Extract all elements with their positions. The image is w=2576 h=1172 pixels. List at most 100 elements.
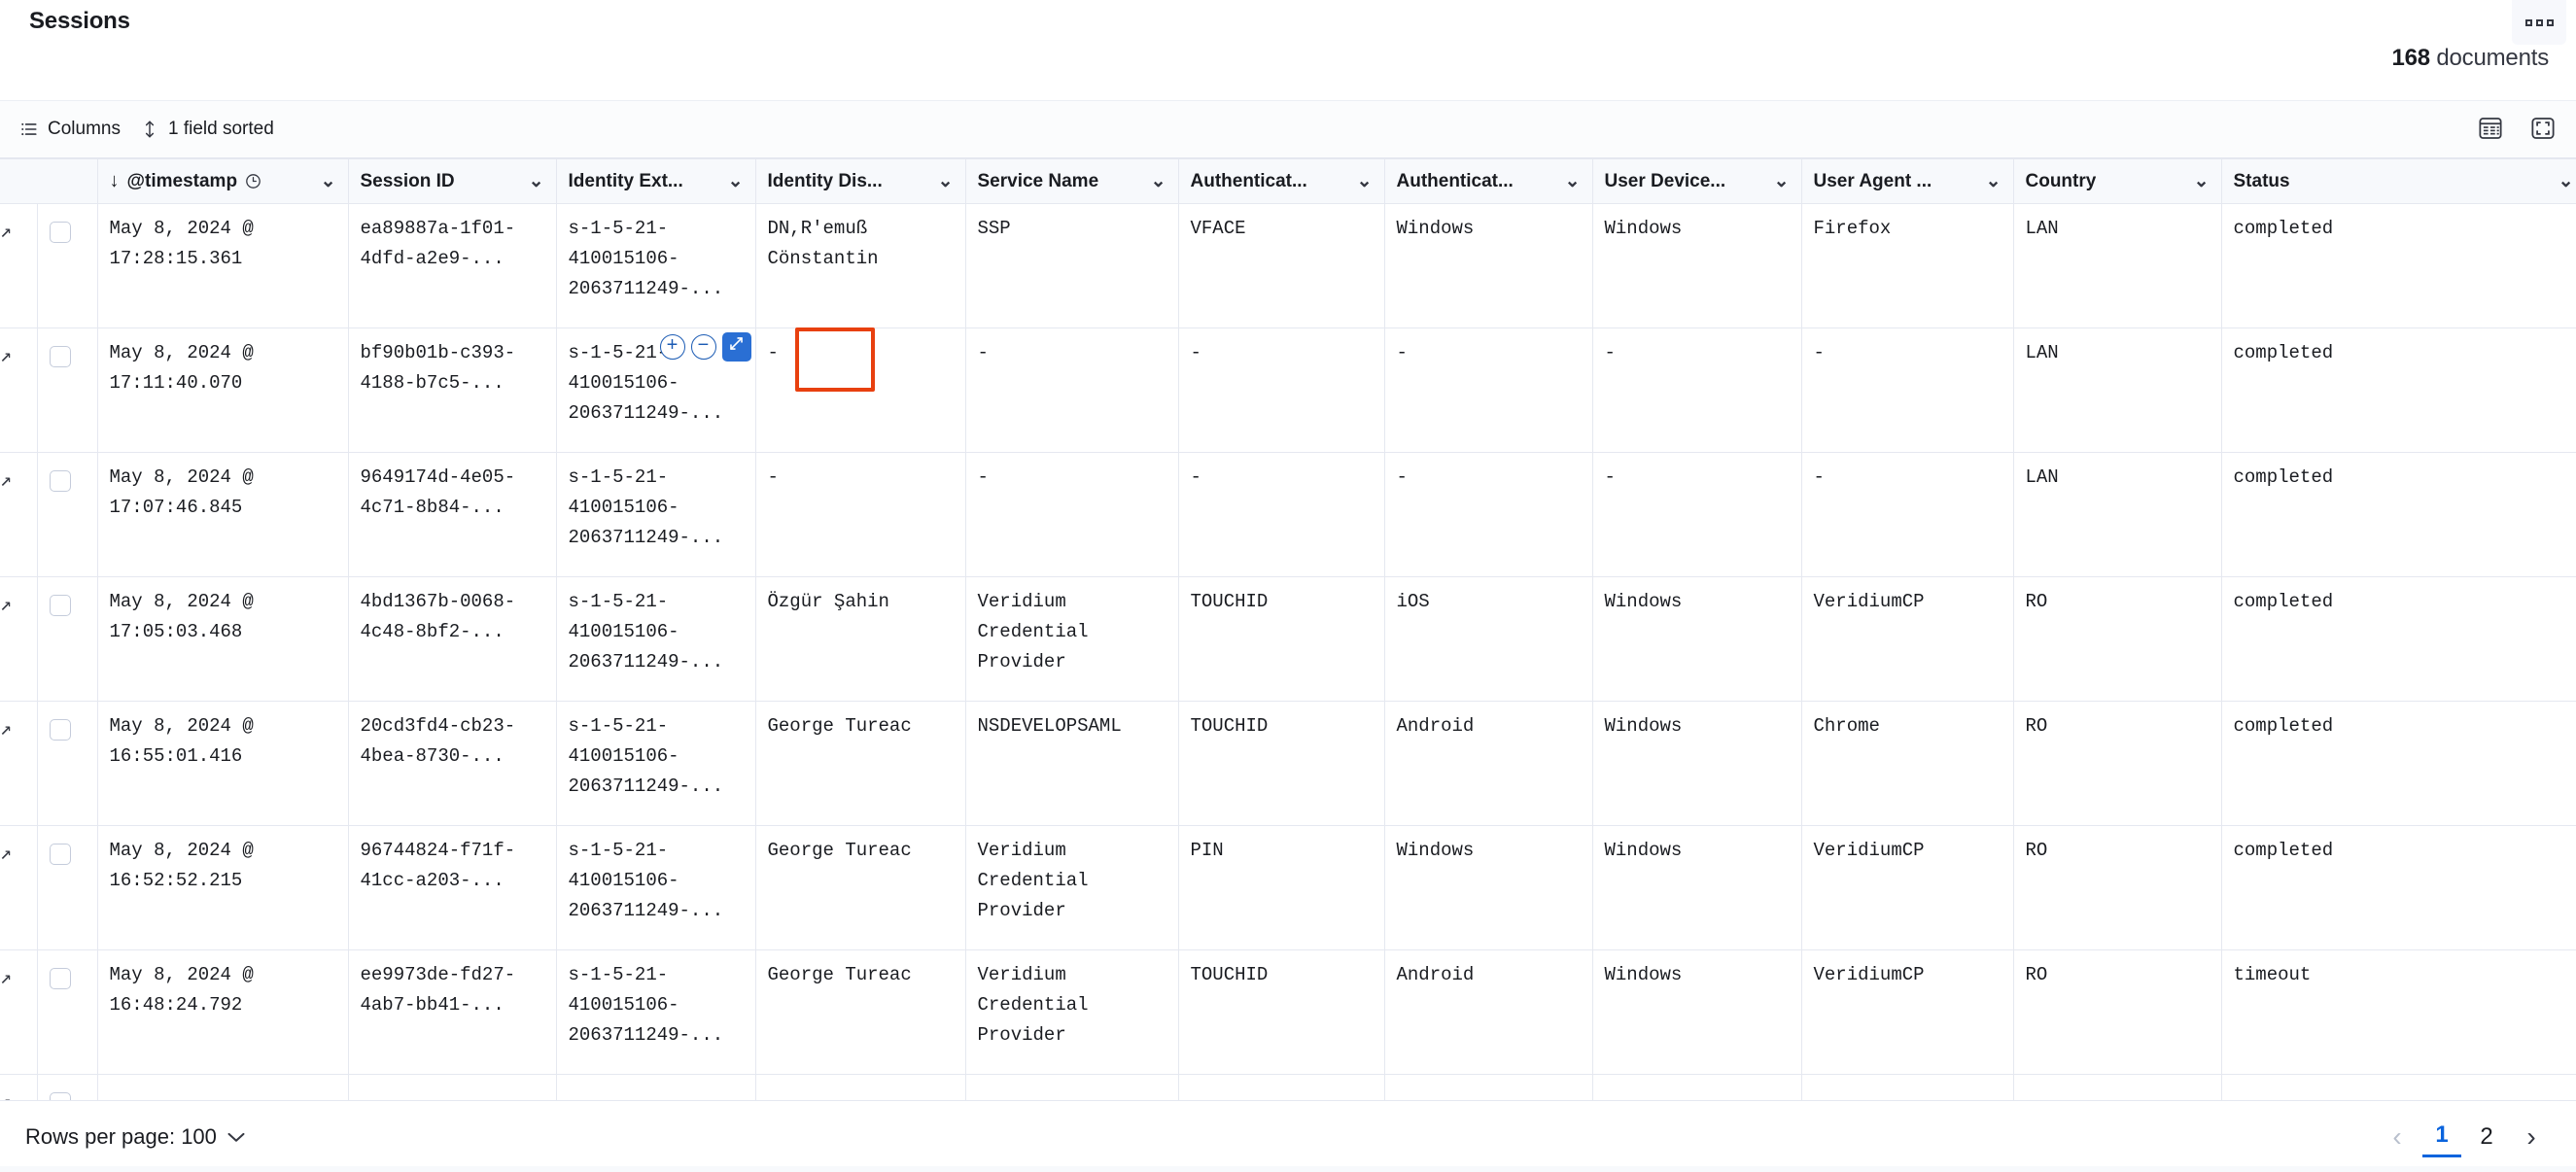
cell-session-id[interactable] [348, 1075, 556, 1101]
cell-timestamp[interactable]: May 8, 2024 @ 17:11:40.070 [97, 328, 348, 453]
cell-authentication-1[interactable]: TOUCHID [1178, 577, 1384, 702]
cell-identity-dis[interactable]: DN,R'emuß Cönstantin [755, 204, 965, 328]
expand-row-icon[interactable]: ↗ [0, 597, 12, 616]
table-row[interactable]: ↗ May 8, 2024 @ 16:52:52.215 96744824-f7… [0, 826, 2576, 950]
cell-identity-ext[interactable]: s-1-5-21-410015106-2063711249-... [556, 453, 755, 577]
sort-fields-button[interactable]: 1 field sorted [130, 115, 284, 144]
cell-user-agent[interactable] [1801, 1075, 2013, 1101]
cell-service-name[interactable]: Veridium Credential Provider [965, 950, 1178, 1075]
row-checkbox[interactable] [50, 968, 71, 989]
column-header-user-device[interactable]: User Device... ⌄ [1592, 159, 1801, 204]
expand-row-icon[interactable]: ↗ [0, 472, 12, 492]
cell-session-id[interactable]: 96744824-f71f-41cc-a203-... [348, 826, 556, 950]
row-expand-cell[interactable]: ↗ [0, 204, 37, 328]
cell-identity-dis[interactable]: George Tureac [755, 702, 965, 826]
cell-identity-ext[interactable]: s-1-5-21-410015106-2063711249-... [556, 950, 755, 1075]
row-expand-cell[interactable]: ↗ [0, 826, 37, 950]
chevron-down-icon[interactable]: ⌄ [1145, 170, 1166, 192]
table-row[interactable]: ↗ May 8, 2024 @ 17:07:46.845 9649174d-4e… [0, 453, 2576, 577]
row-expand-cell[interactable]: ↗ [0, 1075, 37, 1101]
cell-user-agent[interactable]: Firefox [1801, 204, 2013, 328]
row-select-cell[interactable] [37, 328, 97, 453]
cell-session-id[interactable]: 4bd1367b-0068-4c48-8bf2-... [348, 577, 556, 702]
cell-user-agent[interactable]: - [1801, 328, 2013, 453]
cell-identity-dis[interactable]: George Tureac [755, 950, 965, 1075]
table-row[interactable]: ↗ May 8, 2024 @ 17:05:03.468 4bd1367b-00… [0, 577, 2576, 702]
cell-authentication-1[interactable]: TOUCHID [1178, 702, 1384, 826]
row-checkbox[interactable] [50, 470, 71, 492]
column-header-identity-ext[interactable]: Identity Ext... ⌄ [556, 159, 755, 204]
cell-authentication-2[interactable]: - [1384, 453, 1592, 577]
cell-authentication-1[interactable]: TOUCHID [1178, 950, 1384, 1075]
cell-user-agent[interactable]: Chrome [1801, 702, 2013, 826]
row-checkbox[interactable] [50, 346, 71, 367]
row-expand-cell[interactable]: ↗ [0, 950, 37, 1075]
cell-user-device[interactable]: Windows [1592, 702, 1801, 826]
cell-timestamp[interactable]: May 8, 2024 @ 17:28:15.361 [97, 204, 348, 328]
cell-timestamp[interactable]: May 8, 2024 @ 17:05:03.468 [97, 577, 348, 702]
column-header-authentication-2[interactable]: Authenticat... ⌄ [1384, 159, 1592, 204]
chevron-down-icon[interactable]: ⌄ [1351, 170, 1373, 192]
cell-authentication-1[interactable] [1178, 1075, 1384, 1101]
filter-out-value-button[interactable]: − [691, 334, 716, 360]
cell-identity-dis[interactable]: - [755, 328, 965, 453]
cell-country[interactable]: RO [2013, 826, 2221, 950]
cell-country[interactable]: LAN [2013, 328, 2221, 453]
cell-status[interactable]: completed [2221, 702, 2576, 826]
cell-service-name[interactable]: NSDEVELOPSAML [965, 702, 1178, 826]
cell-service-name[interactable]: Veridium Credential Provider [965, 577, 1178, 702]
row-checkbox[interactable] [50, 844, 71, 865]
cell-user-agent[interactable]: VeridiumCP [1801, 577, 2013, 702]
column-header-user-agent[interactable]: User Agent ... ⌄ [1801, 159, 2013, 204]
cell-authentication-1[interactable]: VFACE [1178, 204, 1384, 328]
row-select-cell[interactable] [37, 702, 97, 826]
fullscreen-button[interactable] [2524, 110, 2562, 149]
cell-identity-ext[interactable] [556, 1075, 755, 1101]
table-row[interactable]: ↗ May 8, 2024 @ 16:48:24.792 ee9973de-fd… [0, 950, 2576, 1075]
cell-authentication-2[interactable]: Windows [1384, 204, 1592, 328]
cell-user-device[interactable]: Windows [1592, 204, 1801, 328]
cell-status[interactable]: completed [2221, 204, 2576, 328]
cell-timestamp[interactable] [97, 1075, 348, 1101]
column-header-authentication-1[interactable]: Authenticat... ⌄ [1178, 159, 1384, 204]
cell-country[interactable]: LAN [2013, 453, 2221, 577]
cell-identity-ext[interactable]: s-1-5-21-410015106-2063711249-... [556, 577, 755, 702]
cell-status[interactable]: completed [2221, 577, 2576, 702]
column-header-session-id[interactable]: Session ID ⌄ [348, 159, 556, 204]
column-header-service-name[interactable]: Service Name ⌄ [965, 159, 1178, 204]
cell-user-device[interactable]: Windows [1592, 577, 1801, 702]
cell-timestamp[interactable]: May 8, 2024 @ 17:07:46.845 [97, 453, 348, 577]
table-row-clipped[interactable]: ↗ [0, 1075, 2576, 1101]
cell-status[interactable] [2221, 1075, 2576, 1101]
cell-identity-dis[interactable]: - [755, 453, 965, 577]
row-checkbox[interactable] [50, 595, 71, 616]
previous-page-button[interactable]: ‹ [2378, 1117, 2417, 1157]
cell-authentication-1[interactable]: PIN [1178, 826, 1384, 950]
table-density-button[interactable] [2471, 110, 2510, 149]
more-options-button[interactable] [2512, 0, 2566, 45]
chevron-down-icon[interactable]: ⌄ [932, 170, 954, 192]
cell-user-agent[interactable]: VeridiumCP [1801, 950, 2013, 1075]
chevron-down-icon[interactable]: ⌄ [315, 170, 336, 192]
cell-user-device[interactable]: Windows [1592, 826, 1801, 950]
column-header-timestamp[interactable]: ↓ @timestamp ⌄ [97, 159, 348, 204]
cell-identity-ext[interactable]: s-1-5-21-410015106-2063711249-... [556, 204, 755, 328]
table-row[interactable]: ↗ May 8, 2024 @ 16:55:01.416 20cd3fd4-cb… [0, 702, 2576, 826]
cell-session-id[interactable]: 20cd3fd4-cb23-4bea-8730-... [348, 702, 556, 826]
row-expand-cell[interactable]: ↗ [0, 702, 37, 826]
chevron-down-icon[interactable]: ⌄ [722, 170, 744, 192]
rows-per-page-select[interactable]: Rows per page: 100 [25, 1124, 246, 1150]
cell-authentication-2[interactable]: iOS [1384, 577, 1592, 702]
table-row[interactable]: ↗ May 8, 2024 @ 17:11:40.070 bf90b01b-c3… [0, 328, 2576, 453]
row-select-cell[interactable] [37, 950, 97, 1075]
cell-session-id[interactable]: ea89887a-1f01-4dfd-a2e9-... [348, 204, 556, 328]
cell-user-agent[interactable]: - [1801, 453, 2013, 577]
cell-country[interactable]: RO [2013, 702, 2221, 826]
row-expand-cell[interactable]: ↗ [0, 577, 37, 702]
expand-row-icon[interactable]: ↗ [0, 348, 12, 367]
column-header-country[interactable]: Country ⌄ [2013, 159, 2221, 204]
row-select-cell[interactable] [37, 826, 97, 950]
columns-button[interactable]: Columns [10, 115, 130, 144]
cell-user-device[interactable]: - [1592, 328, 1801, 453]
cell-session-id[interactable]: 9649174d-4e05-4c71-8b84-... [348, 453, 556, 577]
